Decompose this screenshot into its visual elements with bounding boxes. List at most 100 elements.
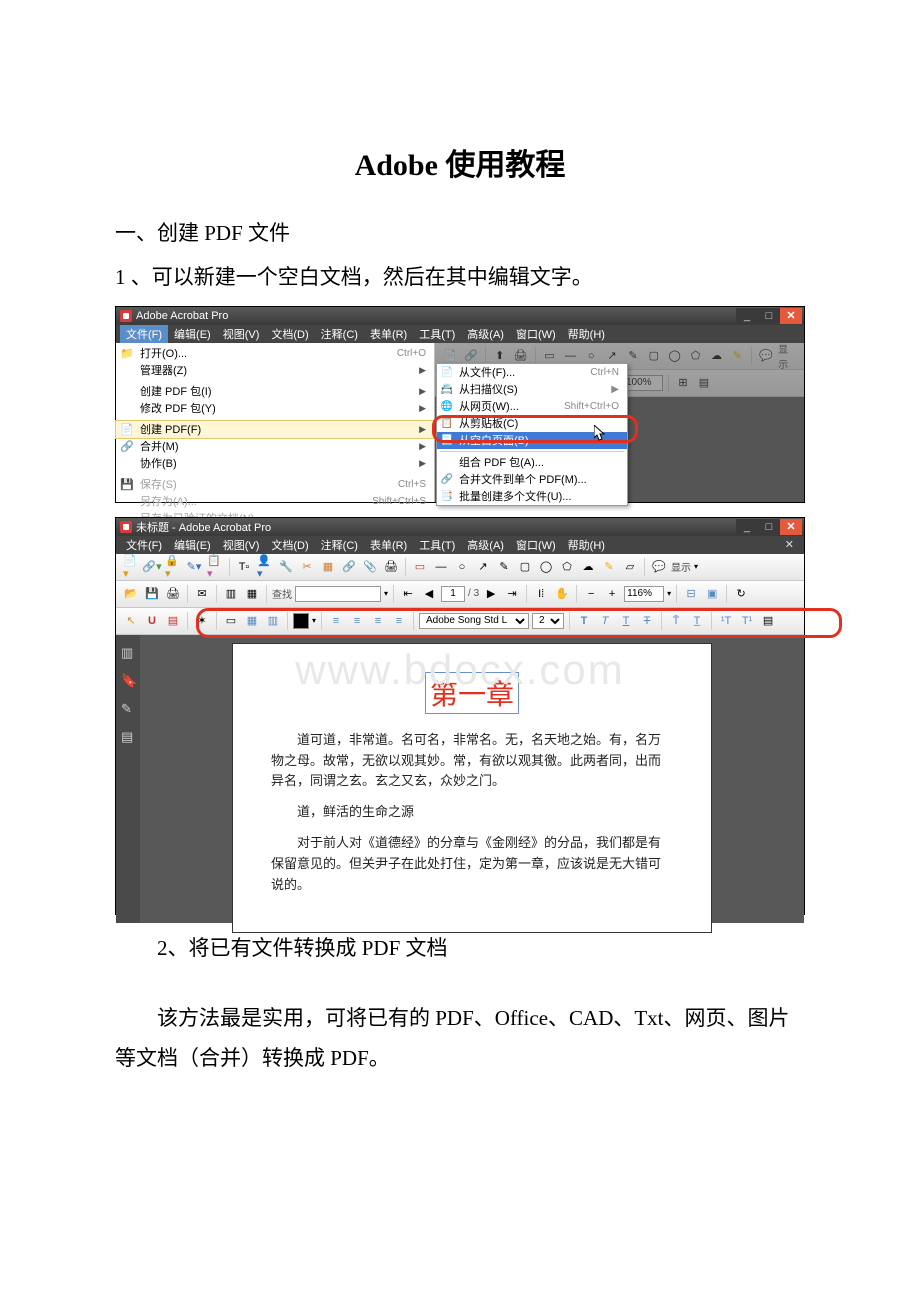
combine-icon[interactable]: 🔗▾: [143, 558, 161, 576]
zoom-input[interactable]: [624, 586, 664, 602]
pointer-icon[interactable]: ↖: [122, 612, 140, 630]
file-menu-item[interactable]: 管理器(Z)▶: [116, 362, 434, 379]
circle-icon[interactable]: ◯: [537, 558, 555, 576]
cloud-icon[interactable]: ☁: [708, 347, 726, 365]
find-input[interactable]: [295, 586, 381, 602]
eraser-icon[interactable]: ▱: [621, 558, 639, 576]
rect-icon[interactable]: ▢: [516, 558, 534, 576]
sign-icon[interactable]: ✎▾: [185, 558, 203, 576]
highlight-icon[interactable]: ✎: [600, 558, 618, 576]
menu-file[interactable]: 文件(F): [120, 536, 168, 554]
link-icon[interactable]: 🔗: [340, 558, 358, 576]
cloud-icon[interactable]: ☁: [579, 558, 597, 576]
submenu-item[interactable]: 🔗合并文件到单个 PDF(M)...: [437, 471, 627, 488]
crop-icon[interactable]: ✂: [298, 558, 316, 576]
maximize-button[interactable]: □: [758, 519, 780, 535]
menu-help[interactable]: 帮助(H): [562, 536, 611, 554]
menu-forms[interactable]: 表单(R): [364, 536, 413, 554]
highlight-icon[interactable]: ✎: [728, 347, 746, 365]
file-menu-item[interactable]: 创建 PDF 包(I)▶: [116, 383, 434, 400]
print-icon[interactable]: 🖨: [382, 558, 400, 576]
minimize-button[interactable]: _: [736, 519, 758, 535]
first-page-icon[interactable]: ⇤: [399, 585, 417, 603]
select-tool-icon[interactable]: I⁞: [532, 585, 550, 603]
submenu-item[interactable]: 组合 PDF 包(A)...: [437, 454, 627, 471]
u-icon[interactable]: U: [143, 612, 161, 630]
menu-advanced[interactable]: 高级(A): [461, 536, 510, 554]
submenu-item[interactable]: 📄从文件(F)...Ctrl+N: [437, 364, 627, 381]
oval-icon[interactable]: ○: [453, 558, 471, 576]
page-icon[interactable]: ▤: [695, 374, 713, 392]
doc-close-icon[interactable]: ✕: [785, 538, 800, 551]
fit-width-icon[interactable]: ⊟: [682, 585, 700, 603]
menu-comments[interactable]: 注释(C): [315, 325, 364, 343]
line-icon[interactable]: —: [432, 558, 450, 576]
last-page-icon[interactable]: ⇥: [503, 585, 521, 603]
minimize-button[interactable]: _: [736, 308, 758, 324]
save-icon[interactable]: 💾: [143, 585, 161, 603]
maximize-button[interactable]: □: [758, 308, 780, 324]
menu-advanced[interactable]: 高级(A): [461, 325, 510, 343]
file-menu-item[interactable]: 📁打开(O)...Ctrl+O: [116, 345, 434, 362]
note-icon[interactable]: 💬: [650, 558, 668, 576]
next-page-icon[interactable]: ▶: [482, 585, 500, 603]
menu-document[interactable]: 文档(D): [265, 325, 314, 343]
menu-tools[interactable]: 工具(T): [413, 536, 461, 554]
menu-help[interactable]: 帮助(H): [562, 325, 611, 343]
user-icon[interactable]: 👤▾: [256, 558, 274, 576]
list-icon[interactable]: ▤: [164, 612, 182, 630]
touchup-icon[interactable]: T▫: [235, 558, 253, 576]
submenu-item[interactable]: 🌐从网页(W)...Shift+Ctrl+O: [437, 398, 627, 415]
create-icon[interactable]: 📄▾: [122, 558, 140, 576]
page-canvas[interactable]: 第一章 道可道，非常道。名可名，非常名。无，名天地之始。有，名万物之母。故常，无…: [232, 643, 712, 933]
form-icon[interactable]: 📋▾: [206, 558, 224, 576]
menu-comments[interactable]: 注释(C): [315, 536, 364, 554]
menu-forms[interactable]: 表单(R): [364, 325, 413, 343]
fit-icon[interactable]: ⊞: [674, 374, 692, 392]
submenu-item[interactable]: 📑批量创建多个文件(U)...: [437, 488, 627, 505]
arrow-icon[interactable]: ↗: [474, 558, 492, 576]
poly-icon[interactable]: ⬠: [558, 558, 576, 576]
spread-icon[interactable]: ▦: [243, 585, 261, 603]
close-button[interactable]: ✕: [780, 519, 802, 535]
secure-icon[interactable]: 🔒▾: [164, 558, 182, 576]
rotate-icon[interactable]: ↻: [732, 585, 750, 603]
show-label[interactable]: 显示: [778, 341, 798, 371]
show-label[interactable]: 显示: [671, 559, 691, 574]
close-button[interactable]: ✕: [780, 308, 802, 324]
signatures-panel-icon[interactable]: ✎: [121, 701, 135, 715]
rect-icon[interactable]: ▢: [645, 347, 663, 365]
note-icon[interactable]: 💬: [757, 347, 775, 365]
prev-page-icon[interactable]: ◀: [420, 585, 438, 603]
attach-icon[interactable]: 📎: [361, 558, 379, 576]
page-input[interactable]: [441, 586, 465, 602]
hand-icon[interactable]: ✋: [553, 585, 571, 603]
zoom-input[interactable]: [623, 375, 663, 391]
file-menu-item[interactable]: 📄创建 PDF(F)▶: [116, 421, 434, 438]
bookmarks-panel-icon[interactable]: 🔖: [121, 673, 135, 687]
email-icon[interactable]: ✉: [193, 585, 211, 603]
menu-tools[interactable]: 工具(T): [413, 325, 461, 343]
edit-obj-icon[interactable]: 🔧: [277, 558, 295, 576]
file-menu-item[interactable]: 修改 PDF 包(Y)▶: [116, 400, 434, 417]
pencil-icon[interactable]: ✎: [495, 558, 513, 576]
fit-page-icon[interactable]: ▣: [703, 585, 721, 603]
menu-file[interactable]: 文件(F): [120, 325, 168, 343]
menu-view[interactable]: 视图(V): [217, 536, 266, 554]
open-icon[interactable]: 📂: [122, 585, 140, 603]
poly-icon[interactable]: ⬠: [687, 347, 705, 365]
attachments-panel-icon[interactable]: ▤: [121, 729, 135, 743]
select-rect-icon[interactable]: ▭: [411, 558, 429, 576]
menu-view[interactable]: 视图(V): [217, 325, 266, 343]
menu-document[interactable]: 文档(D): [265, 536, 314, 554]
file-menu-item[interactable]: 🔗合并(M)▶: [116, 438, 434, 455]
menu-window[interactable]: 窗口(W): [510, 325, 562, 343]
menu-edit[interactable]: 编辑(E): [168, 325, 217, 343]
circle-icon[interactable]: ◯: [666, 347, 684, 365]
file-menu-item[interactable]: 协作(B)▶: [116, 455, 434, 472]
zoomin-icon[interactable]: +: [603, 585, 621, 603]
pages-icon[interactable]: ▥: [222, 585, 240, 603]
submenu-item[interactable]: 📇从扫描仪(S) ▶: [437, 381, 627, 398]
print2-icon[interactable]: 🖨: [164, 585, 182, 603]
menu-edit[interactable]: 编辑(E): [168, 536, 217, 554]
